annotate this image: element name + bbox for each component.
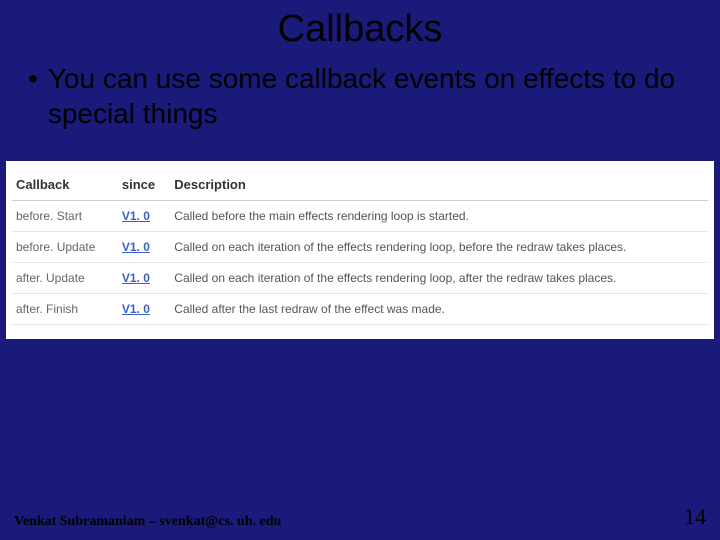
table-header-row: Callback since Description — [12, 171, 708, 201]
cell-callback: before. Update — [12, 232, 118, 263]
cell-description: Called before the main effects rendering… — [170, 201, 708, 232]
table-row: before. Update V1. 0 Called on each iter… — [12, 232, 708, 263]
table-row: after. Finish V1. 0 Called after the las… — [12, 294, 708, 325]
slide-title: Callbacks — [0, 0, 720, 61]
cell-since: V1. 0 — [118, 263, 170, 294]
bullet-block: • You can use some callback events on ef… — [0, 61, 720, 131]
bullet-item: • You can use some callback events on ef… — [28, 61, 692, 131]
bullet-dot-icon: • — [28, 61, 38, 96]
since-link[interactable]: V1. 0 — [122, 271, 150, 285]
bullet-text: You can use some callback events on effe… — [48, 61, 692, 131]
cell-callback: after. Finish — [12, 294, 118, 325]
cell-callback: after. Update — [12, 263, 118, 294]
since-link[interactable]: V1. 0 — [122, 302, 150, 316]
callback-table-area: Callback since Description before. Start… — [6, 161, 714, 339]
cell-since: V1. 0 — [118, 201, 170, 232]
footer-page-number: 14 — [684, 504, 706, 530]
footer-author: Venkat Subramaniam – svenkat@cs. uh. edu — [14, 514, 281, 530]
footer: Venkat Subramaniam – svenkat@cs. uh. edu… — [14, 504, 706, 530]
cell-description: Called on each iteration of the effects … — [170, 263, 708, 294]
table-row: before. Start V1. 0 Called before the ma… — [12, 201, 708, 232]
cell-description: Called on each iteration of the effects … — [170, 232, 708, 263]
cell-description: Called after the last redraw of the effe… — [170, 294, 708, 325]
cell-callback: before. Start — [12, 201, 118, 232]
cell-since: V1. 0 — [118, 294, 170, 325]
col-header-callback: Callback — [12, 171, 118, 201]
since-link[interactable]: V1. 0 — [122, 240, 150, 254]
since-link[interactable]: V1. 0 — [122, 209, 150, 223]
col-header-since: since — [118, 171, 170, 201]
cell-since: V1. 0 — [118, 232, 170, 263]
col-header-description: Description — [170, 171, 708, 201]
table-row: after. Update V1. 0 Called on each itera… — [12, 263, 708, 294]
callback-table: Callback since Description before. Start… — [12, 171, 708, 325]
